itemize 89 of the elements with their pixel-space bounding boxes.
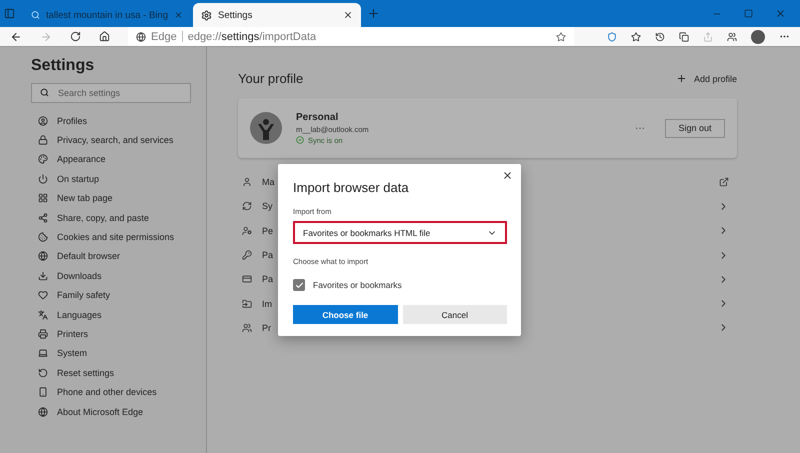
- back-icon[interactable]: [10, 30, 22, 42]
- globe-icon: [38, 406, 48, 417]
- sidebar-item[interactable]: Cookies and site permissions: [57, 232, 174, 242]
- maximize-icon[interactable]: [744, 9, 753, 18]
- reset-icon: [38, 368, 48, 378]
- tab-title: tallest mountain in usa - Bing: [46, 10, 168, 20]
- globe-icon: [38, 251, 48, 262]
- add-profile-button[interactable]: Add profile: [676, 73, 737, 84]
- close-icon[interactable]: [343, 10, 353, 20]
- person-gear-icon: [242, 226, 252, 236]
- sidebar-item[interactable]: Profiles: [57, 116, 88, 126]
- sidebar-item[interactable]: About Microsoft Edge: [57, 406, 144, 417]
- download-icon: [38, 270, 48, 281]
- site-label: Edge: [151, 30, 177, 42]
- share-icon: [38, 212, 48, 223]
- cancel-button[interactable]: Cancel: [402, 305, 507, 324]
- languages-icon: [38, 310, 48, 320]
- choose-file-button[interactable]: Choose file: [293, 305, 398, 324]
- settings-row-label[interactable]: Pe: [262, 226, 274, 236]
- settings-icon: [201, 10, 212, 20]
- laptop-icon: [38, 348, 48, 358]
- dialog-title: Import browser data: [293, 180, 410, 195]
- refresh-icon[interactable]: [70, 31, 81, 42]
- sidebar-item[interactable]: Default browser: [57, 251, 120, 262]
- sign-out-button[interactable]: Sign out: [665, 118, 725, 138]
- sidebar-item[interactable]: Printers: [57, 328, 88, 339]
- power-icon: [38, 174, 48, 184]
- check-icon: [294, 280, 304, 290]
- cookie-icon: [38, 232, 48, 242]
- star-icon[interactable]: [631, 32, 641, 42]
- palette-icon: [38, 154, 48, 164]
- sidebar-item[interactable]: Privacy, search, and services: [57, 135, 174, 146]
- globe-icon: [136, 32, 146, 42]
- settings-row-label[interactable]: Im: [262, 298, 272, 309]
- settings-row-label[interactable]: Ma: [262, 177, 275, 188]
- check-circle-icon: [296, 136, 304, 144]
- star-icon[interactable]: [556, 32, 566, 42]
- close-icon: [502, 170, 513, 181]
- settings-row-label[interactable]: Pa: [262, 250, 274, 260]
- heart-icon: [38, 290, 48, 300]
- people-icon[interactable]: [727, 32, 737, 42]
- printer-icon: [38, 328, 48, 339]
- shield-icon[interactable]: [607, 32, 617, 42]
- sidebar-item[interactable]: Downloads: [57, 270, 102, 281]
- grid-icon: [38, 193, 48, 204]
- settings-row-label[interactable]: Sy: [262, 201, 273, 212]
- sidebar-item[interactable]: Phone and other devices: [57, 387, 157, 398]
- search-icon: [40, 88, 49, 97]
- settings-row-label[interactable]: Pa: [262, 274, 274, 284]
- profile-name: Personal: [296, 112, 340, 122]
- sidebar-item[interactable]: Share, copy, and paste: [57, 212, 149, 223]
- external-link-icon[interactable]: [719, 177, 729, 188]
- phone-icon: [38, 387, 48, 398]
- plus-icon: [676, 73, 687, 84]
- new-tab-icon[interactable]: [367, 7, 380, 20]
- settings-row-label[interactable]: Pr: [262, 322, 271, 333]
- home-icon[interactable]: [99, 31, 110, 42]
- url-text: edge://settings/importData: [188, 30, 316, 42]
- tab-panel-icon[interactable]: [4, 8, 15, 19]
- checkbox[interactable]: [293, 279, 305, 291]
- person-icon: [242, 177, 252, 188]
- key-icon: [242, 250, 252, 260]
- sidebar-item[interactable]: Family safety: [57, 290, 110, 300]
- card-icon: [242, 274, 252, 284]
- sidebar-item[interactable]: New tab page: [57, 193, 113, 204]
- source-dropdown[interactable]: Favorites or bookmarks HTML file: [293, 221, 507, 244]
- search-icon: [31, 10, 40, 20]
- sidebar-item[interactable]: Reset settings: [57, 368, 114, 378]
- sidebar-item[interactable]: Appearance: [57, 154, 106, 164]
- sidebar-item[interactable]: System: [57, 348, 88, 358]
- search-field[interactable]: Search settings: [31, 83, 191, 103]
- sidebar-title: Settings: [31, 57, 96, 75]
- avatar-icon[interactable]: [751, 30, 765, 44]
- tab-title: Settings: [218, 10, 254, 20]
- section-title: Your profile: [238, 71, 304, 86]
- person-circle-icon: [38, 116, 48, 126]
- people-icon: [242, 322, 252, 333]
- browser-tab[interactable]: Settings: [193, 3, 361, 27]
- lock-icon: [38, 135, 48, 146]
- sidebar-item[interactable]: On startup: [57, 174, 100, 184]
- checkbox-label: Favorites or bookmarks: [313, 280, 402, 290]
- sync-icon: [242, 201, 252, 212]
- history-icon[interactable]: [655, 32, 665, 42]
- profile-picture-icon: [250, 112, 282, 144]
- address-bar[interactable]: Edge edge://settings/importData: [128, 27, 574, 46]
- sidebar-item[interactable]: Languages: [57, 310, 102, 320]
- collections-icon[interactable]: [679, 32, 689, 42]
- folder-icon: [242, 298, 252, 309]
- more-button[interactable]: ···: [629, 122, 651, 134]
